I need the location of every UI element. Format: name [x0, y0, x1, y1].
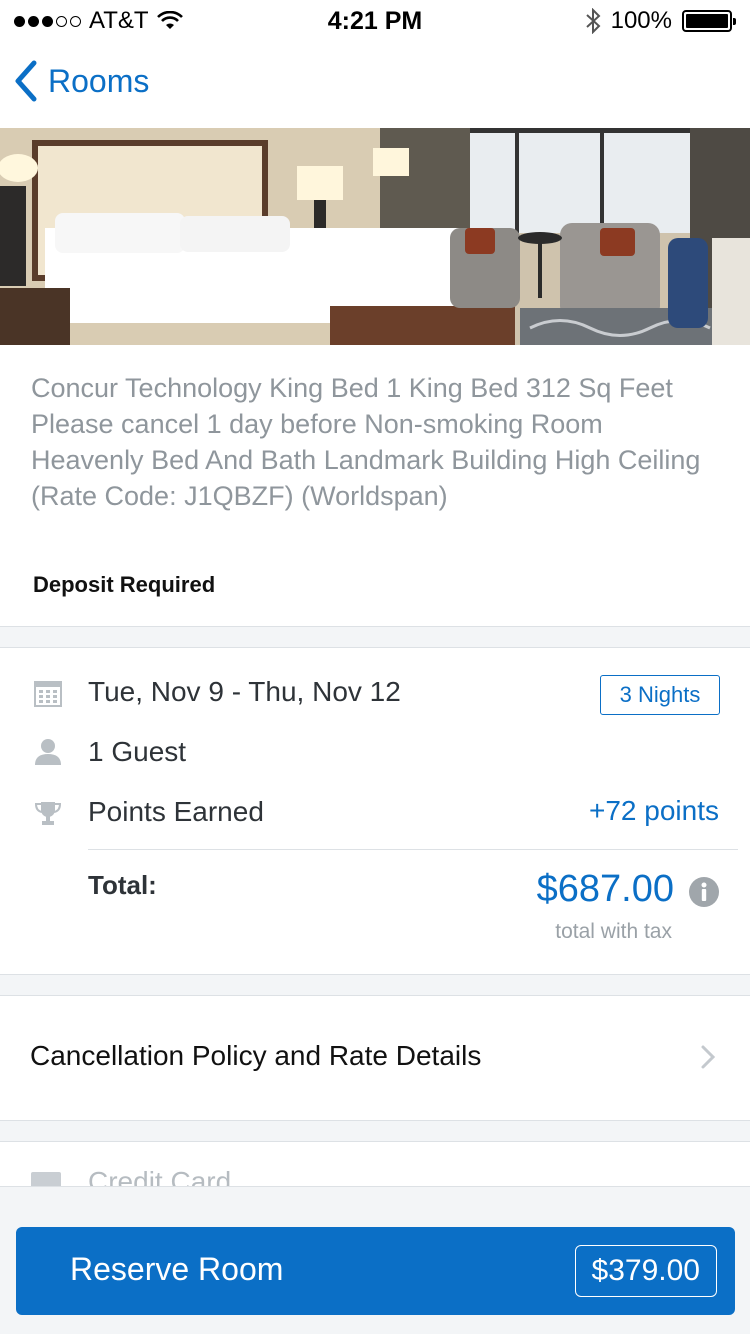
- room-photo: [0, 128, 750, 345]
- total-label: Total:: [88, 870, 157, 900]
- credit-card-icon: [31, 1172, 61, 1186]
- deposit-required-label: Deposit Required: [33, 572, 216, 597]
- row-divider: [88, 849, 738, 850]
- section-divider: [0, 974, 750, 996]
- battery-percent: 100%: [610, 7, 672, 34]
- points-earned-label: Points Earned: [88, 796, 264, 827]
- total-value: $687.00: [536, 868, 674, 910]
- stay-dates: Tue, Nov 9 - Thu, Nov 12: [88, 676, 401, 707]
- info-icon[interactable]: [688, 876, 720, 908]
- cancellation-policy-label: Cancellation Policy and Rate Details: [30, 1040, 482, 1071]
- status-right: 100%: [585, 7, 736, 35]
- credit-card-row[interactable]: Credit Card: [0, 1142, 750, 1186]
- guest-count: 1 Guest: [88, 736, 187, 767]
- bluetooth-icon: [585, 8, 601, 34]
- total-subtext: total with tax: [555, 920, 672, 943]
- calendar-icon: [34, 681, 62, 707]
- nights-badge: 3 Nights: [600, 675, 720, 715]
- section-divider: [0, 626, 750, 648]
- chevron-left-icon: [15, 60, 37, 102]
- battery-icon: [682, 10, 736, 32]
- nav-bar: Rooms: [0, 40, 750, 128]
- credit-card-label: Credit Card: [88, 1166, 232, 1186]
- back-button[interactable]: Rooms: [14, 60, 149, 102]
- reserve-price-badge: $379.00: [574, 1245, 717, 1297]
- room-description: Concur Technology King Bed 1 King Bed 31…: [31, 373, 701, 511]
- reserve-room-button[interactable]: Reserve Room $379.00: [16, 1227, 735, 1315]
- back-label: Rooms: [48, 62, 150, 99]
- points-value: +72 points: [589, 795, 719, 826]
- trophy-icon: [34, 802, 62, 825]
- section-divider: [0, 1120, 750, 1142]
- reserve-room-label: Reserve Room: [70, 1251, 284, 1287]
- chevron-right-icon: [701, 1045, 716, 1069]
- person-icon: [35, 739, 61, 765]
- status-bar: AT&T 4:21 PM 100%: [0, 0, 750, 40]
- footer-bar: Reserve Room $379.00: [0, 1186, 750, 1334]
- cancellation-policy-row[interactable]: Cancellation Policy and Rate Details: [0, 996, 750, 1120]
